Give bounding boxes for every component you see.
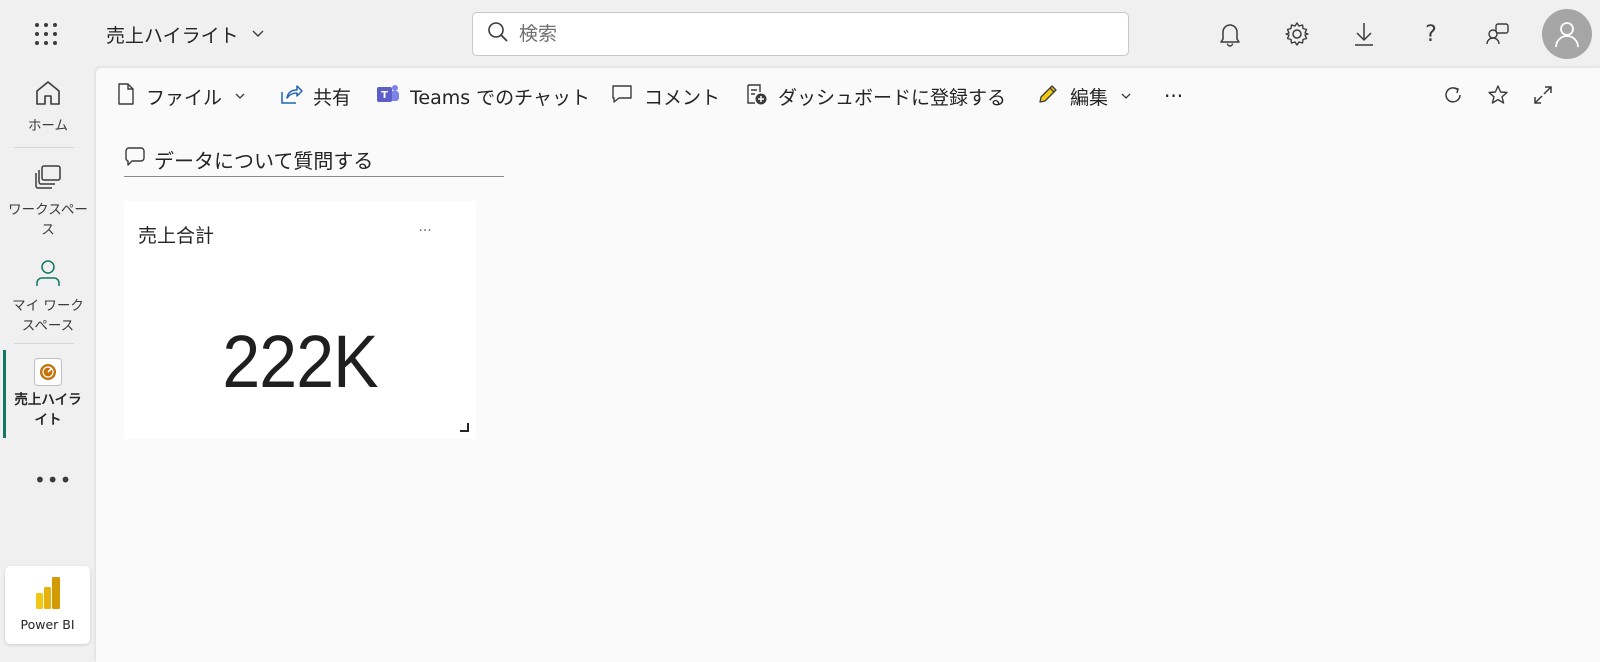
search-input[interactable] xyxy=(519,23,1079,45)
nav-item-label: マイ ワークスペース xyxy=(12,298,84,334)
home-icon xyxy=(33,78,63,112)
share-label: 共有 xyxy=(313,86,352,109)
tile-more-options-icon[interactable]: ··· xyxy=(414,223,436,239)
qa-question-box[interactable]: データについて質問する xyxy=(124,143,504,177)
comment-label: コメント xyxy=(644,86,721,109)
person-icon xyxy=(1555,22,1579,48)
file-label: ファイル xyxy=(146,86,223,109)
workspaces-icon xyxy=(33,162,63,196)
card-tile[interactable]: 売上合計 ··· 222K xyxy=(124,201,476,439)
chevron-down-icon xyxy=(234,85,246,107)
nav-item-my-workspace[interactable]: マイ ワークスペース xyxy=(0,258,96,336)
power-bi-label: Power BI xyxy=(20,617,75,632)
comment-icon xyxy=(610,82,634,111)
help-icon[interactable]: ? xyxy=(1417,20,1445,48)
file-menu-button[interactable]: ファイル xyxy=(116,82,246,110)
nav-item-home[interactable]: ホーム xyxy=(0,78,96,136)
tile-kpi-value: 222K xyxy=(222,320,378,403)
edit-menu-button[interactable]: 編集 xyxy=(1036,82,1132,110)
teams-icon: T xyxy=(376,82,400,111)
search-box[interactable] xyxy=(472,12,1129,56)
more-commands-label: ··· xyxy=(1164,84,1184,108)
user-avatar[interactable] xyxy=(1542,9,1592,59)
nav-item-label: ワークスペース xyxy=(8,202,88,238)
edit-label: 編集 xyxy=(1070,86,1109,109)
nav-item-label: 売上ハイライト xyxy=(14,392,82,428)
share-icon xyxy=(279,82,303,111)
search-icon xyxy=(487,21,509,47)
main-canvas: ファイル 共有 T Teams でのチャット コメント ダッシュボードに登録する… xyxy=(96,68,1600,662)
resize-handle-icon[interactable] xyxy=(460,423,469,432)
more-commands-button[interactable]: ··· xyxy=(1164,82,1183,110)
nav-item-workspaces[interactable]: ワークスペース xyxy=(0,162,96,240)
dashboard-gauge-icon xyxy=(34,358,62,386)
top-header: 売上ハイライト ? xyxy=(0,0,1600,68)
power-bi-logo-icon xyxy=(35,577,60,609)
nav-divider xyxy=(14,147,74,148)
person-icon xyxy=(33,258,63,292)
qa-prompt: データについて質問する xyxy=(154,149,374,173)
pencil-icon xyxy=(1036,82,1060,111)
share-button[interactable]: 共有 xyxy=(279,82,351,110)
nav-item-label: ホーム xyxy=(27,118,69,134)
comment-button[interactable]: コメント xyxy=(610,82,720,110)
teams-chat-button[interactable]: T Teams でのチャット xyxy=(376,82,590,110)
more-options-icon[interactable]: ••• xyxy=(34,468,71,492)
nav-item-sales-highlights[interactable]: 売上ハイライト xyxy=(0,358,96,430)
dashboard-title: 売上ハイライト xyxy=(106,24,239,47)
teams-chat-label: Teams でのチャット xyxy=(410,86,590,109)
chat-bubble-icon xyxy=(124,146,146,173)
chevron-down-icon xyxy=(251,23,265,45)
dashboard-title-dropdown[interactable]: 売上ハイライト xyxy=(106,20,265,48)
app-launcher-icon[interactable] xyxy=(34,22,58,46)
favorite-star-icon[interactable] xyxy=(1485,82,1511,108)
subscribe-icon xyxy=(744,82,768,111)
chevron-down-icon xyxy=(1120,85,1132,107)
subscribe-label: ダッシュボードに登録する xyxy=(778,86,1007,109)
tile-title: 売上合計 xyxy=(138,225,215,247)
feedback-people-icon[interactable] xyxy=(1484,20,1512,48)
nav-divider xyxy=(14,343,74,344)
refresh-icon[interactable] xyxy=(1440,82,1466,108)
command-bar: ファイル 共有 T Teams でのチャット コメント ダッシュボードに登録する… xyxy=(96,68,1600,124)
download-icon[interactable] xyxy=(1350,20,1378,48)
left-navigation: ホーム ワークスペース マイ ワークスペース 売上ハイライト ••• Power… xyxy=(0,68,96,662)
subscribe-button[interactable]: ダッシュボードに登録する xyxy=(744,82,1006,110)
fullscreen-icon[interactable] xyxy=(1530,82,1556,108)
power-bi-app-switcher[interactable]: Power BI xyxy=(5,566,90,644)
settings-gear-icon[interactable] xyxy=(1283,20,1311,48)
document-icon xyxy=(116,82,136,111)
notifications-bell-icon[interactable] xyxy=(1216,20,1244,48)
svg-text:T: T xyxy=(381,90,388,101)
